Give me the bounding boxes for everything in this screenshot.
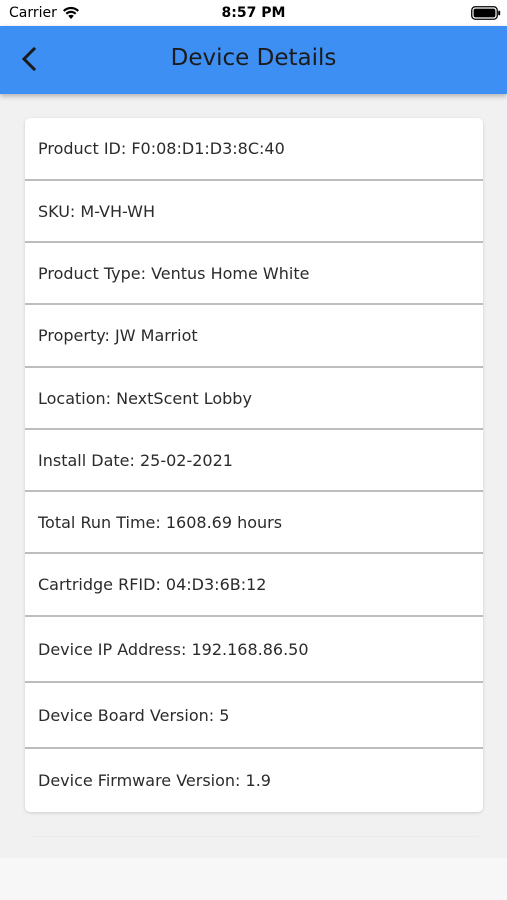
detail-label: Product Type: Ventus Home White: [38, 263, 310, 283]
status-bar: Carrier 8:57 PM: [0, 0, 507, 26]
bottom-area: [0, 858, 507, 900]
detail-label: Property: JW Marriot: [38, 326, 198, 345]
detail-row-total-run-time: Total Run Time: 1608.69 hours: [25, 492, 483, 552]
detail-label: Install Date: 25-02-2021: [38, 450, 233, 470]
detail-row-property: Property: JW Marriot: [25, 305, 483, 366]
detail-label: Cartridge RFID: 04:D3:6B:12: [38, 575, 267, 594]
detail-row-board-version: Device Board Version: 5: [25, 683, 483, 747]
detail-row-location: Location: NextScent Lobby: [25, 368, 483, 428]
battery-icon: [471, 6, 501, 20]
detail-label: Product ID: F0:08:D1:D3:8C:40: [38, 139, 285, 158]
detail-row-product-type: Product Type: Ventus Home White: [25, 243, 483, 303]
detail-row-firmware-version: Device Firmware Version: 1.9: [25, 749, 483, 812]
page-title: Device Details: [170, 45, 337, 71]
detail-row-ip-address: Device IP Address: 192.168.86.50: [25, 617, 483, 681]
detail-label: Device Firmware Version: 1.9: [38, 771, 271, 790]
detail-label: Location: NextScent Lobby: [38, 388, 252, 408]
detail-row-install-date: Install Date: 25-02-2021: [25, 430, 483, 490]
detail-label: Device IP Address: 192.168.86.50: [38, 639, 309, 659]
app-bar: Device Details: [0, 26, 507, 94]
divider: [30, 836, 478, 837]
detail-row-sku: SKU: M-VH-WH: [25, 181, 483, 241]
device-details-card: Product ID: F0:08:D1:D3:8C:40 SKU: M-VH-…: [25, 118, 483, 812]
status-time: 8:57 PM: [221, 5, 286, 21]
detail-label: Device Board Version: 5: [38, 705, 230, 725]
detail-row-product-id: Product ID: F0:08:D1:D3:8C:40: [25, 118, 483, 179]
detail-row-cartridge-rfid: Cartridge RFID: 04:D3:6B:12: [25, 554, 483, 615]
detail-label: SKU: M-VH-WH: [38, 201, 155, 221]
detail-label: Total Run Time: 1608.69 hours: [38, 512, 283, 532]
